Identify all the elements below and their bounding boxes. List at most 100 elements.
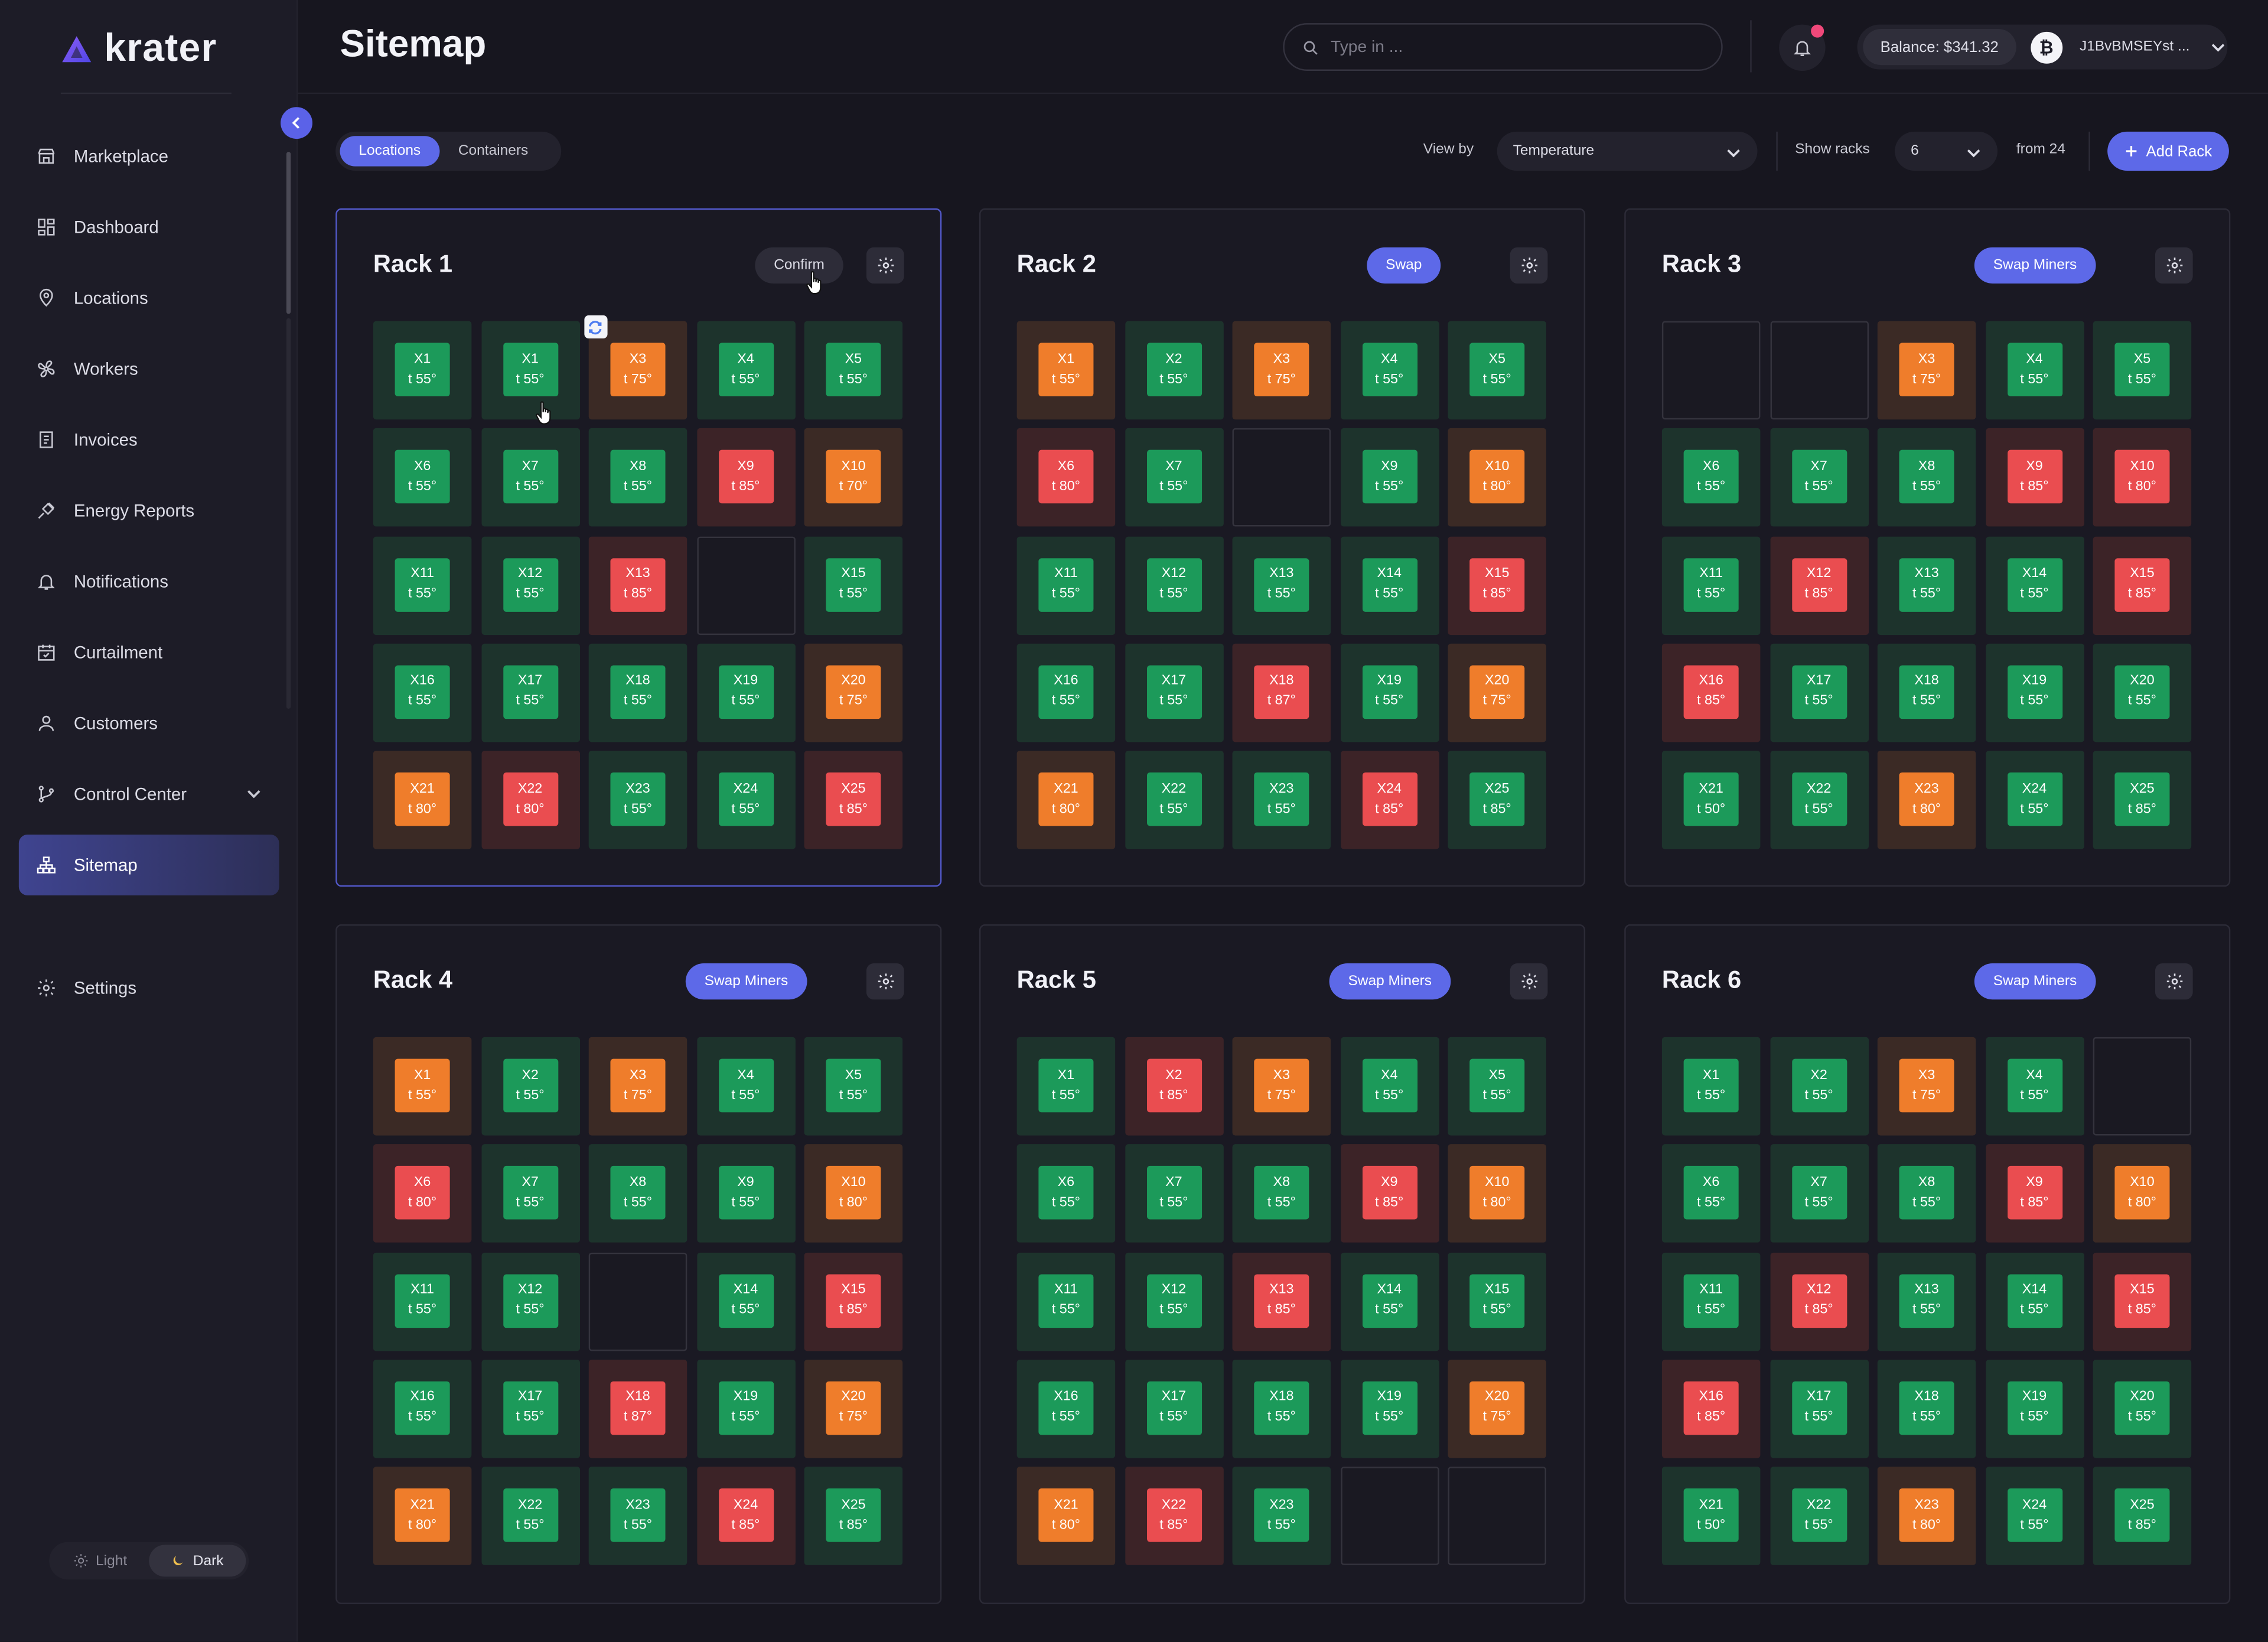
miner-chip[interactable]: X18 t 87° xyxy=(1254,665,1309,719)
miner-slot[interactable]: X21 t 80° xyxy=(1016,1467,1116,1566)
miner-chip[interactable]: X24 t 85° xyxy=(1361,773,1417,826)
miner-chip[interactable]: X11 t 55° xyxy=(1038,1273,1094,1328)
miner-slot[interactable]: X4 t 55° xyxy=(696,1037,795,1136)
miner-chip[interactable]: X12 t 55° xyxy=(1146,558,1201,611)
miner-chip[interactable]: X16 t 55° xyxy=(395,665,450,719)
miner-chip[interactable]: X14 t 55° xyxy=(718,1273,773,1328)
miner-slot[interactable]: X11 t 55° xyxy=(1661,1252,1761,1351)
miner-slot[interactable]: X10 t 80° xyxy=(1448,1144,1546,1243)
miner-slot[interactable]: X7 t 55° xyxy=(481,1144,579,1243)
miner-chip[interactable]: X15 t 55° xyxy=(1469,1273,1525,1328)
miner-slot[interactable]: X9 t 55° xyxy=(696,1144,795,1243)
miner-slot[interactable]: X12 t 55° xyxy=(481,1252,579,1351)
swap-miners-button[interactable]: Swap Miners xyxy=(685,963,807,1000)
miner-chip[interactable]: X19 t 55° xyxy=(2006,665,2062,719)
show-racks-select[interactable]: 6 xyxy=(1895,131,1998,171)
miner-slot[interactable]: X16 t 85° xyxy=(1661,1359,1761,1458)
miner-chip[interactable]: X10 t 70° xyxy=(826,450,881,504)
miner-slot[interactable]: X2 t 55° xyxy=(1770,1037,1868,1136)
miner-chip[interactable]: X1 t 55° xyxy=(1038,343,1094,397)
miner-slot[interactable]: X16 t 55° xyxy=(1016,1359,1116,1458)
sidebar-item-locations[interactable]: Locations xyxy=(19,268,279,328)
miner-chip[interactable]: X15 t 85° xyxy=(826,1273,881,1328)
miner-chip[interactable]: X10 t 80° xyxy=(826,1166,881,1220)
miner-slot[interactable]: X21 t 80° xyxy=(1016,751,1116,850)
sidebar-item-dashboard[interactable]: Dashboard xyxy=(19,197,279,258)
miner-slot[interactable]: X5 t 55° xyxy=(804,1037,903,1136)
rack-settings-button[interactable] xyxy=(866,247,904,284)
miner-slot[interactable]: X22 t 55° xyxy=(1125,751,1223,850)
miner-chip[interactable]: X13 t 85° xyxy=(610,558,666,611)
miner-slot[interactable]: X11 t 55° xyxy=(373,1252,472,1351)
miner-chip[interactable]: X6 t 55° xyxy=(395,450,450,504)
miner-chip[interactable]: X4 t 55° xyxy=(2006,343,2062,397)
miner-chip[interactable]: X22 t 55° xyxy=(1791,1488,1847,1543)
miner-slot[interactable]: X13 t 85° xyxy=(588,536,687,635)
miner-slot[interactable]: X4 t 55° xyxy=(1340,321,1439,420)
miner-slot[interactable]: X2 t 85° xyxy=(1125,1037,1223,1136)
miner-slot[interactable]: X9 t 55° xyxy=(1340,428,1439,527)
miner-slot[interactable]: X21 t 80° xyxy=(373,751,472,850)
miner-slot[interactable]: X17 t 55° xyxy=(1770,1359,1868,1458)
miner-slot[interactable]: X25 t 85° xyxy=(804,751,903,850)
rack-card[interactable]: Rack 2 Swap X1 t 55° X2 t 55° X3 t 75° X4 t 55° X5… xyxy=(979,208,1586,887)
miner-slot[interactable]: X21 t 50° xyxy=(1661,751,1761,850)
miner-slot[interactable]: X16 t 55° xyxy=(373,1359,472,1458)
miner-chip[interactable]: X8 t 55° xyxy=(1899,450,1954,504)
miner-chip[interactable]: X12 t 85° xyxy=(1791,1273,1847,1328)
miner-slot[interactable]: X20 t 75° xyxy=(1448,643,1546,742)
miner-chip[interactable]: X7 t 55° xyxy=(503,1166,558,1220)
miner-chip[interactable]: X9 t 85° xyxy=(718,450,773,504)
empty-slot[interactable] xyxy=(1770,321,1868,420)
tab-containers[interactable]: Containers xyxy=(439,136,547,166)
miner-slot[interactable]: X24 t 85° xyxy=(696,1467,795,1566)
miner-chip[interactable]: X19 t 55° xyxy=(2006,1381,2062,1435)
account-menu[interactable]: Balance: $341.32 ₿ J1BvBMSEYst ... xyxy=(1857,24,2228,70)
miner-chip[interactable]: X21 t 80° xyxy=(1038,773,1094,826)
miner-chip[interactable]: X9 t 85° xyxy=(2006,450,2062,504)
miner-slot[interactable]: X14 t 55° xyxy=(1340,536,1439,635)
miner-chip[interactable]: X13 t 85° xyxy=(1254,1273,1309,1328)
miner-chip[interactable]: X17 t 55° xyxy=(503,1381,558,1435)
miner-chip[interactable]: X3 t 75° xyxy=(1899,1058,1954,1113)
miner-chip[interactable]: X22 t 55° xyxy=(1791,773,1847,826)
swap-icon[interactable] xyxy=(584,315,607,339)
miner-slot[interactable]: X18 t 55° xyxy=(1232,1359,1331,1458)
miner-chip[interactable]: X6 t 55° xyxy=(1683,1166,1739,1220)
miner-chip[interactable]: X2 t 85° xyxy=(1146,1058,1201,1113)
miner-slot[interactable]: X8 t 55° xyxy=(1877,1144,1976,1243)
miner-chip[interactable]: X17 t 55° xyxy=(1146,665,1201,719)
miner-slot[interactable]: X16 t 55° xyxy=(1016,643,1116,742)
miner-chip[interactable]: X3 t 75° xyxy=(1899,343,1954,397)
miner-slot[interactable]: X14 t 55° xyxy=(1985,1252,2084,1351)
miner-chip[interactable]: X7 t 55° xyxy=(1146,450,1201,504)
miner-chip[interactable]: X14 t 55° xyxy=(2006,558,2062,611)
swap-miners-button[interactable]: Swap Miners xyxy=(1974,963,2096,1000)
miner-chip[interactable]: X9 t 85° xyxy=(2006,1166,2062,1220)
miner-slot[interactable]: X9 t 85° xyxy=(1985,1144,2084,1243)
miner-slot[interactable]: X3 t 75° xyxy=(588,1037,687,1136)
miner-chip[interactable]: X25 t 85° xyxy=(2114,1488,2170,1543)
miner-slot[interactable]: X14 t 55° xyxy=(1340,1252,1439,1351)
miner-chip[interactable]: X3 t 75° xyxy=(1254,343,1309,397)
rack-card[interactable]: Rack 5 Swap Miners X1 t 55° X2 t 85° X3 t 75° X4… xyxy=(979,924,1586,1604)
miner-chip[interactable]: X10 t 80° xyxy=(2114,450,2170,504)
miner-chip[interactable]: X12 t 55° xyxy=(1146,1273,1201,1328)
theme-toggle[interactable]: Light Dark xyxy=(49,1542,249,1580)
miner-slot[interactable]: X7 t 55° xyxy=(481,428,579,527)
miner-slot[interactable]: X17 t 55° xyxy=(1770,643,1868,742)
miner-slot[interactable]: X15 t 55° xyxy=(804,536,903,635)
miner-slot[interactable]: X6 t 55° xyxy=(1661,1144,1761,1243)
miner-slot[interactable]: X19 t 55° xyxy=(1985,643,2084,742)
rack-settings-button[interactable] xyxy=(2155,247,2193,284)
miner-slot[interactable]: X10 t 70° xyxy=(804,428,903,527)
miner-slot[interactable]: X12 t 55° xyxy=(1125,1252,1223,1351)
miner-chip[interactable]: X20 t 75° xyxy=(826,665,881,719)
miner-slot[interactable]: X19 t 55° xyxy=(1340,1359,1439,1458)
miner-slot[interactable]: X15 t 55° xyxy=(1448,1252,1546,1351)
search-input[interactable] xyxy=(1331,38,1693,56)
miner-slot[interactable]: X21 t 50° xyxy=(1661,1467,1761,1566)
miner-slot[interactable]: X22 t 55° xyxy=(481,1467,579,1566)
miner-chip[interactable]: X12 t 55° xyxy=(503,1273,558,1328)
search-box[interactable] xyxy=(1283,23,1723,71)
